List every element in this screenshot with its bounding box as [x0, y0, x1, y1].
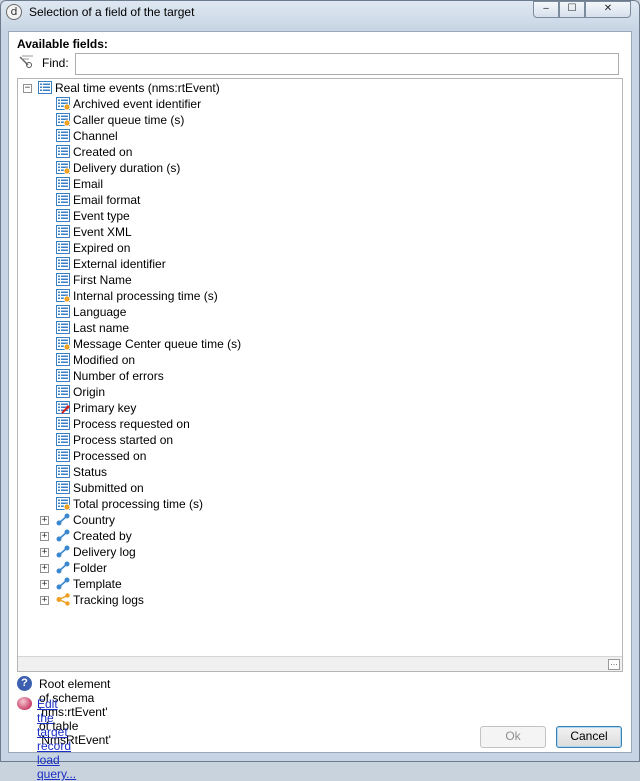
tree-item-label: Created by: [73, 529, 132, 543]
tree-item-label: Country: [73, 513, 116, 527]
edit-query-link[interactable]: Edit the target record load query...: [37, 697, 76, 781]
tree-item-label: Number of errors: [73, 369, 164, 383]
find-label: Find:: [42, 56, 69, 70]
tree-item-label: Real time events (nms:rtEvent): [55, 81, 220, 95]
field-icon: [56, 385, 70, 398]
tree-item-label: Caller queue time (s): [73, 113, 185, 127]
field-icon: [56, 321, 70, 334]
tree-item-label: Delivery log: [73, 545, 136, 559]
tree-item-label: Expired on: [73, 241, 131, 255]
computed-field-icon: [56, 289, 70, 302]
field-icon: [56, 465, 70, 478]
tree-item-label: Submitted on: [73, 481, 144, 495]
tree-scrollbar[interactable]: …: [18, 656, 622, 671]
tree-item-label: Modified on: [73, 353, 136, 367]
field-icon: [56, 305, 70, 318]
field-icon: [56, 193, 70, 206]
tree-item-label: Archived event identifier: [73, 97, 202, 111]
tree-item-label: Internal processing time (s): [73, 289, 218, 303]
tree-item-label: External identifier: [73, 257, 166, 271]
tree-item-label: Event XML: [73, 225, 132, 239]
field-icon: [56, 369, 70, 382]
find-icon: [19, 55, 35, 69]
tree-item-label: Tracking logs: [73, 593, 144, 607]
link-icon: [56, 529, 70, 542]
expand-icon[interactable]: +: [40, 532, 49, 541]
query-icon: [17, 697, 32, 710]
field-icon: [56, 449, 70, 462]
tree-item-label: Email format: [73, 193, 141, 207]
field-icon: [56, 177, 70, 190]
tree-item-label: Status: [73, 465, 108, 479]
tree-item-label: Created on: [73, 145, 133, 159]
tree-item-label: Folder: [73, 561, 108, 575]
tree-item-label: Primary key: [73, 401, 137, 415]
tree-item-label: Email: [73, 177, 104, 191]
link-icon: [56, 561, 70, 574]
link-icon: [56, 545, 70, 558]
tree-item-label: Process started on: [73, 433, 174, 447]
field-icon: [56, 353, 70, 366]
tree-item-label: Total processing time (s): [73, 497, 204, 511]
link-icon: [56, 577, 70, 590]
window-title: Selection of a field of the target: [29, 5, 195, 19]
ok-button[interactable]: Ok: [480, 726, 546, 748]
help-icon: ?: [17, 676, 32, 691]
computed-field-icon: [56, 113, 70, 126]
field-icon: [56, 417, 70, 430]
expand-icon[interactable]: +: [40, 548, 49, 557]
field-icon: [56, 241, 70, 254]
minimize-button[interactable]: ‒: [533, 1, 559, 18]
field-icon: [56, 145, 70, 158]
tree-item-label: Event type: [73, 209, 130, 223]
tree-item-label: Processed on: [73, 449, 147, 463]
list-icon: [38, 81, 52, 94]
cancel-button[interactable]: Cancel: [556, 726, 622, 748]
field-icon: [56, 273, 70, 286]
link-icon: [56, 513, 70, 526]
field-icon: [56, 257, 70, 270]
computed-field-icon: [56, 497, 70, 510]
tree-item-label: Language: [73, 305, 127, 319]
field-icon: [56, 433, 70, 446]
app-icon: d: [6, 4, 22, 20]
collection-link-icon: [56, 593, 70, 606]
field-icon: [56, 209, 70, 222]
field-icon: [56, 129, 70, 142]
computed-field-icon: [56, 161, 70, 174]
tree-item-label: Message Center queue time (s): [73, 337, 242, 351]
tree-item-label: Template: [73, 577, 122, 591]
maximize-button[interactable]: ☐: [559, 1, 585, 18]
available-fields-label: Available fields:: [17, 37, 108, 51]
expand-icon[interactable]: +: [40, 580, 49, 589]
expand-icon[interactable]: +: [40, 596, 49, 605]
dialog-window: d Selection of a field of the target ‒ ☐…: [0, 0, 640, 781]
field-icon: [56, 225, 70, 238]
computed-field-icon: [56, 337, 70, 350]
tree-item-label: Process requested on: [73, 417, 190, 431]
expand-icon[interactable]: +: [40, 564, 49, 573]
tree-item-label: Origin: [73, 385, 106, 399]
computed-field-icon: [56, 97, 70, 110]
fields-tree[interactable]: … − Real time events (nms:rtEvent) Archive…: [17, 78, 623, 672]
expand-icon[interactable]: +: [40, 516, 49, 525]
primary-key-icon: [56, 401, 70, 414]
tree-item-label: First Name: [73, 273, 132, 287]
tree-item-label: Last name: [73, 321, 130, 335]
field-icon: [56, 481, 70, 494]
close-button[interactable]: ✕: [585, 1, 631, 18]
tree-item-label: Channel: [73, 129, 118, 143]
more-options-button[interactable]: …: [608, 659, 620, 670]
tree-item-label: Delivery duration (s): [73, 161, 181, 175]
title-bar[interactable]: d Selection of a field of the target ‒ ☐…: [1, 1, 639, 25]
find-input[interactable]: [75, 53, 619, 75]
dialog-body: Available fields: Find: … − Real time eve…: [8, 31, 632, 781]
collapse-icon[interactable]: −: [23, 84, 32, 93]
